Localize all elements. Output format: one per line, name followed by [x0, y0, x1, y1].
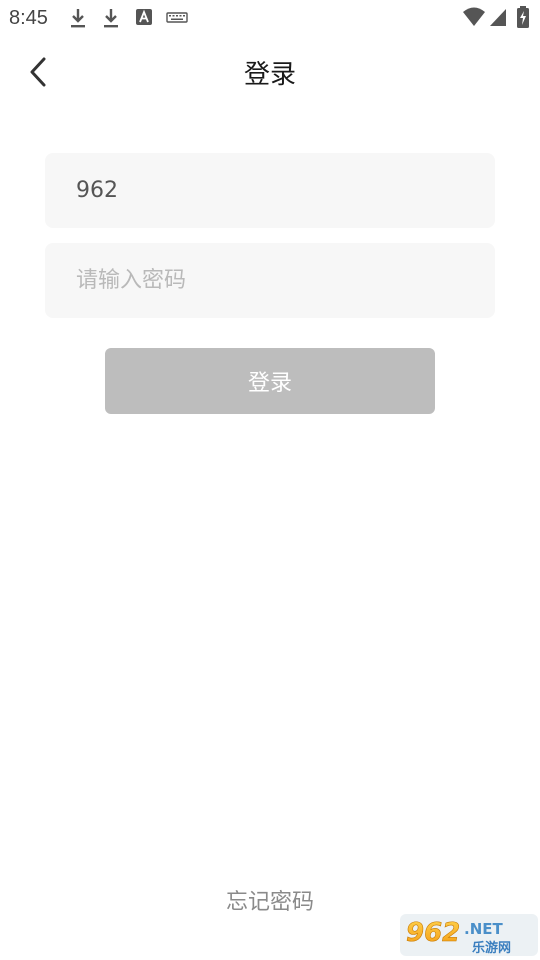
password-input[interactable]	[45, 243, 495, 318]
svg-text:乐游网: 乐游网	[472, 940, 511, 956]
download-icon	[71, 9, 85, 28]
page-title: 登录	[243, 60, 296, 90]
password-field[interactable]	[45, 243, 495, 318]
status-time: 8:45	[9, 7, 48, 29]
app-notification-icon	[136, 9, 152, 25]
username-field[interactable]	[45, 153, 495, 228]
signal-icon	[490, 9, 506, 26]
download-icon	[104, 9, 118, 28]
battery-icon	[517, 6, 529, 28]
login-button[interactable]: 登录	[105, 348, 435, 414]
svg-text:.NET: .NET	[464, 920, 503, 938]
svg-text:962: 962	[406, 918, 460, 948]
status-bar: 8:45	[0, 0, 540, 36]
app-header: 登录	[0, 36, 540, 110]
keyboard-icon	[166, 12, 188, 23]
wifi-icon	[463, 7, 485, 26]
watermark-logo: 962 .NET 乐游网	[400, 914, 538, 956]
username-input[interactable]	[45, 153, 495, 228]
